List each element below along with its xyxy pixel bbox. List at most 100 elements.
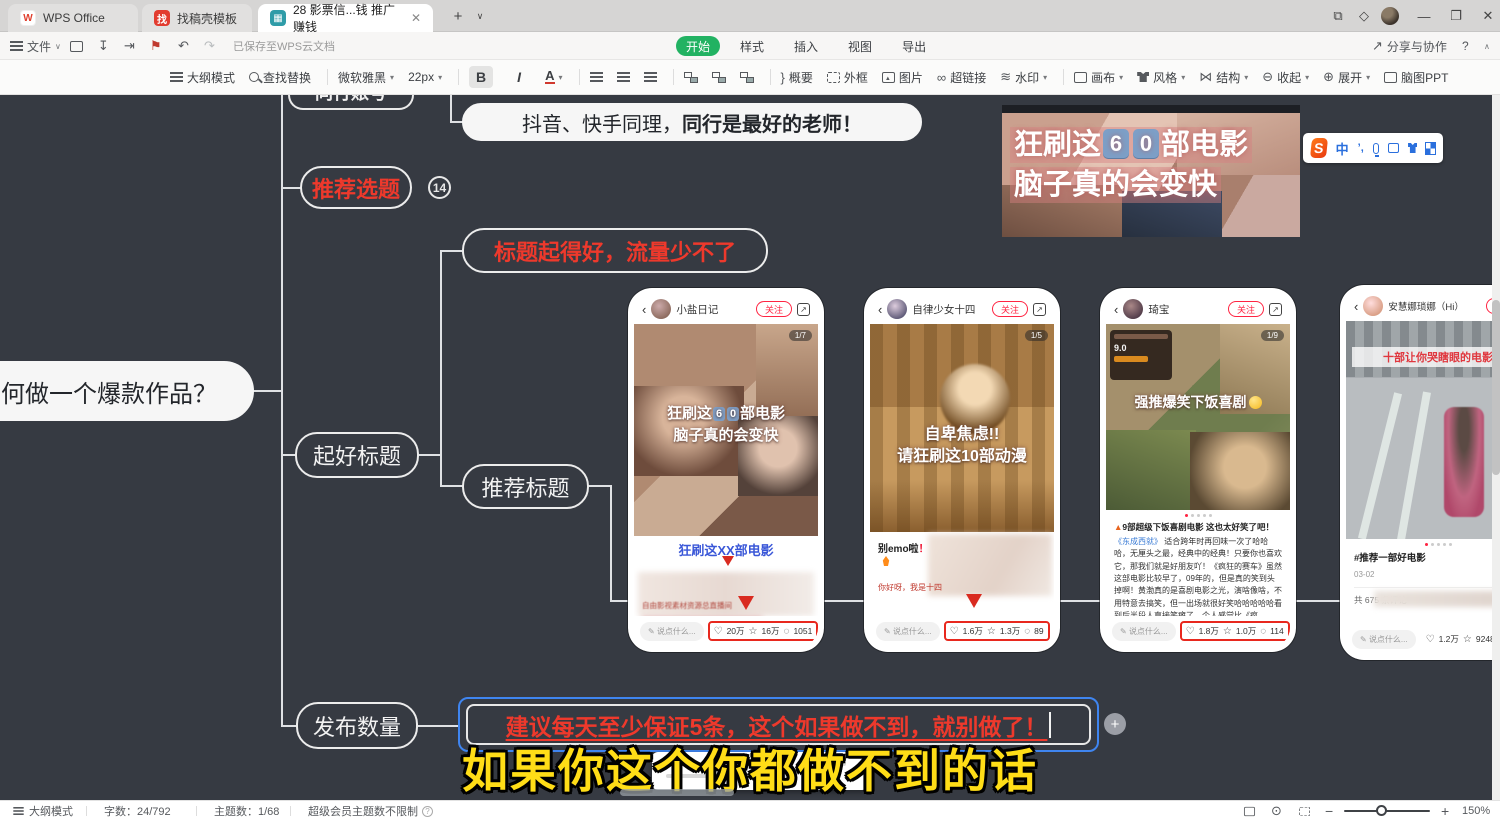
- menu-style[interactable]: 样式: [730, 36, 774, 56]
- collect-icon[interactable]: ☆: [987, 626, 996, 637]
- back-icon[interactable]: ‹: [1354, 299, 1358, 314]
- add-child-button[interactable]: +: [1104, 713, 1126, 735]
- zoom-slider[interactable]: [1344, 801, 1430, 820]
- collect-icon[interactable]: ☆: [1223, 626, 1232, 637]
- align-right-button[interactable]: [644, 76, 657, 78]
- save-button[interactable]: [70, 32, 83, 60]
- node-peer-tip[interactable]: 抖音、快手同理，同行是最好的老师！: [462, 103, 922, 141]
- close-tab-icon[interactable]: ✕: [411, 11, 421, 25]
- like-icon[interactable]: ♡: [1186, 626, 1195, 637]
- font-family-select[interactable]: 微软雅黑▾: [338, 69, 394, 86]
- collapse-ribbon-chevron-icon[interactable]: ∧: [1484, 32, 1490, 60]
- download-button[interactable]: ↧: [98, 32, 109, 60]
- back-icon[interactable]: ‹: [642, 302, 646, 317]
- comment-icon[interactable]: ◌: [783, 626, 789, 637]
- share-button[interactable]: ↗ 分享与协作: [1372, 32, 1447, 60]
- close-window-button[interactable]: ✕: [1476, 0, 1500, 32]
- share-icon[interactable]: ↗: [797, 303, 810, 316]
- vertical-scrollbar-thumb[interactable]: [1492, 300, 1500, 475]
- back-icon[interactable]: ‹: [1114, 302, 1118, 317]
- workspace-icon[interactable]: ◇: [1354, 0, 1374, 32]
- node-recommended-titles[interactable]: 推荐标题: [462, 464, 589, 509]
- center-view-button[interactable]: ⊙: [1271, 801, 1282, 820]
- outline-mode-status[interactable]: 大纲模式: [12, 801, 73, 820]
- frame-button[interactable]: 外框: [827, 69, 868, 86]
- find-replace-button[interactable]: 查找替换: [249, 69, 311, 86]
- tab-list-chevron-icon[interactable]: ∨: [472, 0, 488, 32]
- keyboard-icon[interactable]: [1388, 143, 1399, 153]
- tab-active-document[interactable]: ▦ 28 影票信...钱 推广赚钱 ✕: [258, 4, 433, 32]
- node-good-title[interactable]: 起好标题: [295, 432, 419, 478]
- account-avatar[interactable]: [1380, 0, 1400, 32]
- follow-button[interactable]: 关注: [992, 301, 1028, 317]
- phone-screenshot-4[interactable]: ‹ 安慧娜琐娜（Hi） 关注 十部让你哭瞎眼的电影 #推荐一部好电影 03-02…: [1340, 285, 1500, 660]
- font-color-button[interactable]: A▾: [545, 70, 562, 84]
- follow-button[interactable]: 关注: [756, 301, 792, 317]
- node-root[interactable]: 何做一个爆款作品？: [0, 361, 254, 421]
- navigator-button[interactable]: [1298, 801, 1311, 820]
- font-size-select[interactable]: 22px▾: [408, 70, 442, 84]
- phone-screenshot-1[interactable]: ‹ 小盐日记 关注 ↗ 1/7 狂刷这60部电影 脑子真的会变快 狂刷这X: [628, 288, 824, 652]
- summary-button[interactable]: }概要: [781, 69, 813, 86]
- username[interactable]: 琦宝: [1148, 302, 1223, 317]
- avatar[interactable]: [651, 299, 671, 319]
- help-button[interactable]: ?: [1462, 32, 1469, 60]
- tab-wps-office[interactable]: W WPS Office: [8, 4, 138, 32]
- back-icon[interactable]: ‹: [878, 302, 882, 317]
- menu-start[interactable]: 开始: [676, 36, 720, 56]
- structure-button[interactable]: ⋈结构▾: [1199, 69, 1248, 86]
- comment-input[interactable]: ✎ 说点什么...: [640, 622, 704, 641]
- undo-button[interactable]: ↶: [178, 32, 189, 60]
- collapse-button[interactable]: ⊖收起▾: [1262, 69, 1309, 86]
- zoom-level[interactable]: 150%: [1462, 801, 1490, 820]
- restore-button[interactable]: ❐: [1444, 0, 1468, 32]
- insert-subtopic-button[interactable]: [712, 72, 726, 83]
- node-title-tip[interactable]: 标题起得好，流量少不了: [462, 228, 768, 273]
- sogou-logo-icon[interactable]: S: [1310, 138, 1328, 158]
- skin-icon[interactable]: [1408, 143, 1417, 153]
- insert-parent-button[interactable]: [740, 72, 754, 83]
- expand-button[interactable]: ⊕展开▾: [1323, 69, 1370, 86]
- zoom-slider-knob[interactable]: [1376, 805, 1387, 816]
- tab-template[interactable]: 找 找稿壳模板: [142, 4, 252, 32]
- align-center-button[interactable]: [617, 76, 630, 78]
- like-icon[interactable]: ♡: [950, 626, 959, 637]
- hyperlink-button[interactable]: ∞超链接: [937, 69, 986, 86]
- export-button[interactable]: ⇥: [124, 32, 135, 60]
- ime-lang-toggle[interactable]: 中: [1336, 139, 1349, 158]
- username[interactable]: 自律少女十四: [912, 302, 987, 317]
- node-clipped-top[interactable]: 同行账号: [288, 95, 414, 110]
- like-icon[interactable]: ♡: [1426, 634, 1435, 645]
- file-menu[interactable]: 文件 ∨: [10, 32, 61, 60]
- share-icon[interactable]: ↗: [1269, 303, 1282, 316]
- ime-toolbar[interactable]: S 中 ’,: [1303, 133, 1443, 163]
- insert-image-button[interactable]: 图片: [882, 69, 923, 86]
- insert-topic-button[interactable]: [684, 72, 698, 83]
- mindmap-ppt-button[interactable]: 脑图PPT: [1384, 69, 1448, 86]
- share-icon[interactable]: ↗: [1033, 303, 1046, 316]
- menu-view[interactable]: 视图: [838, 36, 882, 56]
- minimize-button[interactable]: —: [1412, 0, 1436, 32]
- zoom-out-button[interactable]: −: [1325, 801, 1333, 820]
- avatar[interactable]: [887, 299, 907, 319]
- new-tab-button[interactable]: +: [448, 0, 468, 32]
- collect-icon[interactable]: ☆: [749, 626, 758, 637]
- username[interactable]: 小盐日记: [676, 302, 751, 317]
- outline-mode-button[interactable]: 大纲模式: [170, 69, 235, 86]
- style-button[interactable]: 风格▾: [1137, 69, 1185, 86]
- collapsed-count-badge[interactable]: 14: [428, 176, 451, 199]
- comment-input[interactable]: ✎ 说点什么...: [1352, 630, 1416, 649]
- collect-icon[interactable]: ☆: [1463, 634, 1472, 645]
- redo-button[interactable]: ↷: [204, 32, 215, 60]
- watermark-button[interactable]: ≋水印▾: [1000, 69, 1047, 86]
- zoom-in-button[interactable]: +: [1441, 801, 1449, 820]
- format-painter-button[interactable]: ⚑: [150, 32, 162, 60]
- like-icon[interactable]: ♡: [714, 626, 723, 637]
- comment-icon[interactable]: ◌: [1024, 626, 1030, 637]
- menu-export[interactable]: 导出: [892, 36, 936, 56]
- italic-button[interactable]: I: [507, 66, 531, 88]
- phone-screenshot-2[interactable]: ‹ 自律少女十四 关注 ↗ 1/5 自卑焦虑!! 请狂刷这10部动漫 别emo啦…: [864, 288, 1060, 652]
- avatar[interactable]: [1123, 299, 1143, 319]
- microphone-icon[interactable]: [1373, 143, 1380, 154]
- menu-insert[interactable]: 插入: [784, 36, 828, 56]
